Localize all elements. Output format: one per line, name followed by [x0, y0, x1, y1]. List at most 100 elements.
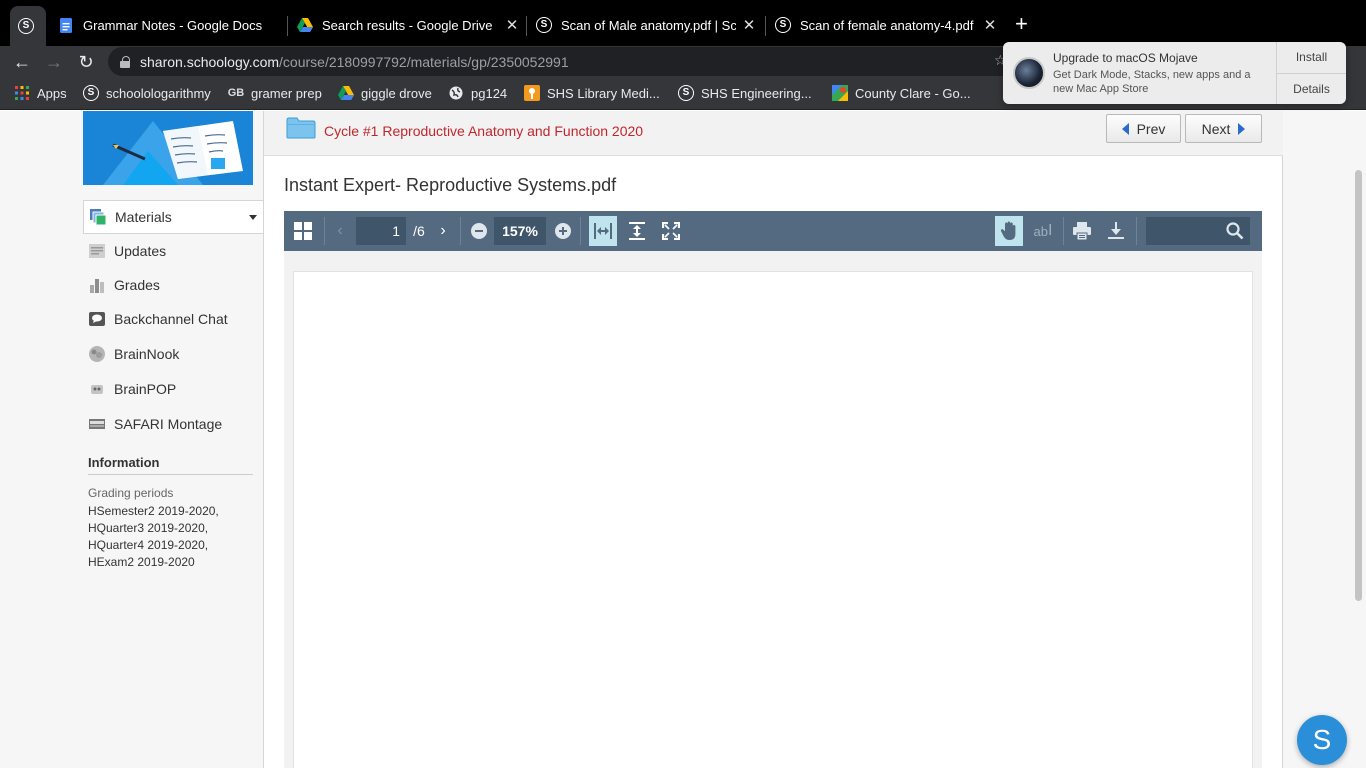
- sidebar-item-label: BrainNook: [114, 346, 180, 362]
- brainpop-icon: [91, 385, 103, 394]
- tab-separator: [765, 16, 766, 36]
- reload-button[interactable]: ↻: [74, 50, 98, 74]
- fullscreen-icon[interactable]: [657, 211, 685, 251]
- page-total: /6: [413, 223, 425, 239]
- sidebar-item-updates[interactable]: Updates: [83, 234, 263, 268]
- fit-height-icon[interactable]: [623, 211, 651, 251]
- bookmark-schoolologarithmy[interactable]: S schoolologarithmy: [83, 85, 211, 101]
- bookmark-pg124[interactable]: pg124: [448, 85, 507, 101]
- brainnook-icon: [89, 346, 105, 362]
- pdf-viewer-area[interactable]: [284, 251, 1262, 768]
- google-drive-icon: [297, 17, 313, 33]
- new-tab-button[interactable]: +: [1015, 12, 1028, 36]
- back-button[interactable]: ←: [10, 50, 34, 74]
- safari-montage-icon: [89, 419, 105, 429]
- address-bar[interactable]: sharon.schoology.com/course/2180997792/m…: [108, 47, 1023, 76]
- details-button[interactable]: Details: [1277, 73, 1346, 104]
- schoology-icon: S: [775, 17, 791, 33]
- sidebar-item-backchannel-chat[interactable]: Backchannel Chat: [83, 302, 263, 336]
- zoom-in-icon[interactable]: [552, 211, 574, 251]
- page-scrollbar[interactable]: [1355, 170, 1362, 601]
- schoology-icon: S: [83, 85, 99, 101]
- sidebar-item-brainnook[interactable]: BrainNook: [83, 337, 263, 371]
- toolbar-divider: [580, 217, 581, 245]
- updates-icon: [89, 244, 105, 258]
- chevron-right-icon: [1238, 122, 1246, 135]
- tab-male-anatomy[interactable]: S Scan of Male anatomy.pdf | Sc ✕: [536, 8, 756, 42]
- sidebar-item-grades[interactable]: Grades: [83, 268, 263, 302]
- zoom-out-icon[interactable]: [468, 211, 490, 251]
- tab-grammar-notes[interactable]: Grammar Notes - Google Docs: [58, 8, 280, 42]
- sidebar-item-label: SAFARI Montage: [114, 416, 223, 432]
- macos-mojave-icon: [1013, 57, 1045, 89]
- print-icon[interactable]: [1068, 211, 1096, 251]
- toolbar-divider: [460, 217, 461, 245]
- page-number-input[interactable]: 1: [356, 217, 406, 245]
- sidebar-item-label: BrainPOP: [114, 381, 177, 397]
- search-icon[interactable]: [1222, 211, 1248, 251]
- url-path: /course/2180997792/materials/gp/23500529…: [279, 53, 569, 70]
- tab-female-anatomy[interactable]: S Scan of female anatomy-4.pdf ✕: [775, 8, 997, 42]
- course-sidebar: Materials Updates Grades Backchannel Cha…: [83, 111, 263, 768]
- bookmark-county-clare[interactable]: County Clare - Go...: [832, 85, 971, 101]
- bookmark-label: Apps: [37, 85, 67, 101]
- thumbnails-icon[interactable]: [288, 211, 318, 251]
- information-heading: Information: [88, 455, 253, 475]
- prev-button[interactable]: Prev: [1106, 114, 1181, 143]
- tab-separator: [526, 16, 527, 36]
- tab-separator: [287, 16, 288, 36]
- url-host: sharon.schoology.com: [140, 53, 280, 70]
- grades-icon: [90, 279, 104, 293]
- toolbar-divider: [1063, 217, 1064, 245]
- install-button[interactable]: Install: [1277, 42, 1346, 73]
- gb-icon: GB: [227, 87, 245, 99]
- google-docs-icon: [58, 17, 74, 33]
- hand-tool-icon[interactable]: [995, 216, 1023, 246]
- bookmark-label: giggle drove: [361, 85, 432, 101]
- schoology-page: Materials Updates Grades Backchannel Cha…: [0, 111, 1366, 768]
- bookmark-giggle-drove[interactable]: giggle drove: [338, 85, 432, 101]
- bookmark-shs-engineering[interactable]: S SHS Engineering...: [678, 85, 812, 101]
- tab-google-drive[interactable]: Search results - Google Drive ✕: [297, 8, 519, 42]
- bookmark-gramer-prep[interactable]: GB gramer prep: [228, 85, 322, 101]
- grading-period: HSemester2 2019-2020,: [88, 504, 219, 518]
- grading-periods-list: HSemester2 2019-2020, HQuarter3 2019-202…: [88, 503, 219, 571]
- sidebar-item-label: Materials: [115, 209, 172, 225]
- chevron-left-icon: [1121, 122, 1129, 135]
- zoom-level[interactable]: 157%: [494, 217, 546, 245]
- folder-icon: [286, 117, 316, 139]
- globe-icon: [448, 85, 464, 101]
- previous-page-icon[interactable]: ‹: [330, 211, 350, 251]
- next-page-icon[interactable]: ›: [433, 211, 453, 251]
- tab-title: Search results - Google Drive: [322, 17, 493, 33]
- sidebar-item-brainpop[interactable]: BrainPOP: [83, 372, 263, 406]
- toolbar-divider: [324, 217, 325, 245]
- grading-period: HQuarter4 2019-2020,: [88, 538, 209, 552]
- pdf-page[interactable]: [293, 271, 1253, 768]
- download-icon[interactable]: [1102, 211, 1130, 251]
- schoology-icon: S: [18, 18, 34, 34]
- prev-label: Prev: [1136, 120, 1166, 137]
- next-button[interactable]: Next: [1185, 114, 1262, 143]
- forward-button[interactable]: →: [42, 50, 66, 74]
- text-select-icon[interactable]: ab I: [1029, 211, 1057, 251]
- schoology-chat-button[interactable]: S: [1297, 715, 1347, 765]
- sidebar-item-safari-montage[interactable]: SAFARI Montage: [83, 407, 263, 441]
- bookmark-apps[interactable]: Apps: [14, 85, 67, 101]
- chevron-down-icon[interactable]: [249, 215, 257, 220]
- breadcrumb[interactable]: Cycle #1 Reproductive Anatomy and Functi…: [324, 123, 643, 139]
- lock-icon: [120, 55, 130, 68]
- notification-body: Get Dark Mode, Stacks, new apps and a ne…: [1053, 69, 1251, 95]
- close-icon[interactable]: ✕: [505, 16, 519, 34]
- close-icon[interactable]: ✕: [983, 16, 997, 34]
- course-banner-image: [83, 111, 253, 185]
- google-maps-icon: [832, 85, 848, 101]
- sidebar-item-materials[interactable]: Materials: [83, 200, 263, 234]
- toolbar-divider: [1136, 217, 1137, 245]
- macos-upgrade-notification[interactable]: Upgrade to macOS Mojave Get Dark Mode, S…: [1003, 42, 1346, 104]
- tab-title: Grammar Notes - Google Docs: [83, 17, 263, 33]
- close-icon[interactable]: ✕: [742, 16, 756, 34]
- tab-schoology-active[interactable]: S: [10, 6, 46, 46]
- bookmark-shs-library[interactable]: SHS Library Medi...: [524, 85, 660, 101]
- fit-width-icon[interactable]: [589, 216, 617, 246]
